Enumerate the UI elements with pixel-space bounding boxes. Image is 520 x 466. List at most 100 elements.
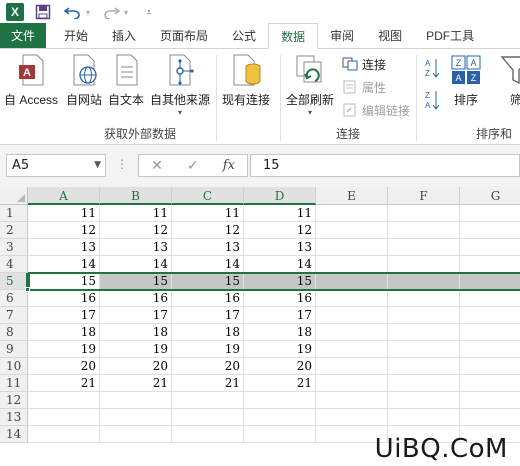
cell-g6[interactable] (460, 290, 520, 307)
cell-c10[interactable]: 20 (172, 358, 244, 375)
edit-links-button[interactable]: 编辑链接 (342, 101, 410, 119)
cell-g9[interactable] (460, 341, 520, 358)
sort-descending-button[interactable]: ZA (424, 91, 440, 110)
cell-e12[interactable] (316, 392, 388, 409)
undo-icon[interactable] (62, 2, 84, 22)
from-other-sources-button[interactable]: 自其他来源 ▾ (150, 53, 210, 117)
column-header-f[interactable]: F (388, 187, 460, 205)
row-header-14[interactable]: 14 (0, 426, 28, 443)
cell-e3[interactable] (316, 239, 388, 256)
cell-f11[interactable] (388, 375, 460, 392)
cell-d8[interactable]: 18 (244, 324, 316, 341)
cell-e1[interactable] (316, 205, 388, 222)
cell-a6[interactable]: 16 (28, 290, 100, 307)
cell-b11[interactable]: 21 (100, 375, 172, 392)
cell-a3[interactable]: 13 (28, 239, 100, 256)
cell-e2[interactable] (316, 222, 388, 239)
cell-d9[interactable]: 19 (244, 341, 316, 358)
cell-g7[interactable] (460, 307, 520, 324)
column-header-e[interactable]: E (316, 187, 388, 205)
cell-c6[interactable]: 16 (172, 290, 244, 307)
cell-d5[interactable]: 15 (244, 273, 316, 290)
cell-a13[interactable] (28, 409, 100, 426)
cell-g3[interactable] (460, 239, 520, 256)
tab-page-layout[interactable]: 页面布局 (148, 23, 220, 48)
cell-d13[interactable] (244, 409, 316, 426)
cell-e7[interactable] (316, 307, 388, 324)
insert-function-button[interactable]: fx (223, 158, 235, 173)
cell-d14[interactable] (244, 426, 316, 443)
cell-b5[interactable]: 15 (100, 273, 172, 290)
cell-d6[interactable]: 16 (244, 290, 316, 307)
cell-a7[interactable]: 17 (28, 307, 100, 324)
row-header-9[interactable]: 9 (0, 341, 28, 358)
cell-g4[interactable] (460, 256, 520, 273)
from-web-button[interactable]: 自网站 (66, 53, 102, 108)
chevron-down-icon[interactable]: ▼ (94, 155, 101, 176)
cell-d3[interactable]: 13 (244, 239, 316, 256)
cell-c3[interactable]: 13 (172, 239, 244, 256)
cell-b3[interactable]: 13 (100, 239, 172, 256)
column-header-c[interactable]: C (172, 187, 244, 205)
cell-b13[interactable] (100, 409, 172, 426)
row-header-5[interactable]: 5 (0, 273, 28, 290)
name-box[interactable]: A5 ▼ (6, 154, 106, 177)
customize-toolbar-icon[interactable]: ⩡ (138, 2, 160, 22)
cell-g1[interactable] (460, 205, 520, 222)
redo-icon[interactable] (100, 2, 122, 22)
cell-b6[interactable]: 16 (100, 290, 172, 307)
cell-e6[interactable] (316, 290, 388, 307)
from-text-button[interactable]: 自文本 (108, 53, 144, 108)
cell-f7[interactable] (388, 307, 460, 324)
cell-b10[interactable]: 20 (100, 358, 172, 375)
select-all-button[interactable] (0, 187, 28, 205)
cell-e10[interactable] (316, 358, 388, 375)
tab-home[interactable]: 开始 (52, 23, 100, 48)
cell-c1[interactable]: 11 (172, 205, 244, 222)
cell-a4[interactable]: 14 (28, 256, 100, 273)
cell-b14[interactable] (100, 426, 172, 443)
fill-handle[interactable] (25, 287, 30, 292)
cell-d11[interactable]: 21 (244, 375, 316, 392)
cell-d4[interactable]: 14 (244, 256, 316, 273)
cell-a1[interactable]: 11 (28, 205, 100, 222)
cell-a10[interactable]: 20 (28, 358, 100, 375)
cell-f6[interactable] (388, 290, 460, 307)
cell-e11[interactable] (316, 375, 388, 392)
cell-b1[interactable]: 11 (100, 205, 172, 222)
cell-b9[interactable]: 19 (100, 341, 172, 358)
from-access-button[interactable]: A 自 Access (4, 53, 58, 108)
column-header-a[interactable]: A (28, 187, 100, 205)
cell-b8[interactable]: 18 (100, 324, 172, 341)
cell-g2[interactable] (460, 222, 520, 239)
row-header-1[interactable]: 1 (0, 205, 28, 222)
cell-d12[interactable] (244, 392, 316, 409)
cell-a9[interactable]: 19 (28, 341, 100, 358)
cell-b4[interactable]: 14 (100, 256, 172, 273)
column-header-g[interactable]: G (460, 187, 520, 205)
cell-g11[interactable] (460, 375, 520, 392)
cell-c8[interactable]: 18 (172, 324, 244, 341)
cell-f2[interactable] (388, 222, 460, 239)
cancel-icon[interactable]: ✕ (151, 157, 163, 174)
undo-dropdown-icon[interactable]: ▾ (84, 2, 92, 22)
connections-button[interactable]: 连接 (342, 55, 386, 73)
sort-ascending-button[interactable]: AZ (424, 59, 440, 78)
cell-a5[interactable]: 15 (28, 273, 100, 290)
cell-d1[interactable]: 11 (244, 205, 316, 222)
cell-c7[interactable]: 17 (172, 307, 244, 324)
column-header-d[interactable]: D (244, 187, 316, 205)
row-header-4[interactable]: 4 (0, 256, 28, 273)
cell-c5[interactable]: 15 (172, 273, 244, 290)
cell-c4[interactable]: 14 (172, 256, 244, 273)
tab-view[interactable]: 视图 (366, 23, 414, 48)
cell-e9[interactable] (316, 341, 388, 358)
cell-c14[interactable] (172, 426, 244, 443)
filter-button[interactable]: 筛 (500, 53, 520, 108)
row-header-6[interactable]: 6 (0, 290, 28, 307)
tab-insert[interactable]: 插入 (100, 23, 148, 48)
cell-b2[interactable]: 12 (100, 222, 172, 239)
tab-data[interactable]: 数据 (268, 23, 319, 49)
cell-c13[interactable] (172, 409, 244, 426)
cell-g13[interactable] (460, 409, 520, 426)
